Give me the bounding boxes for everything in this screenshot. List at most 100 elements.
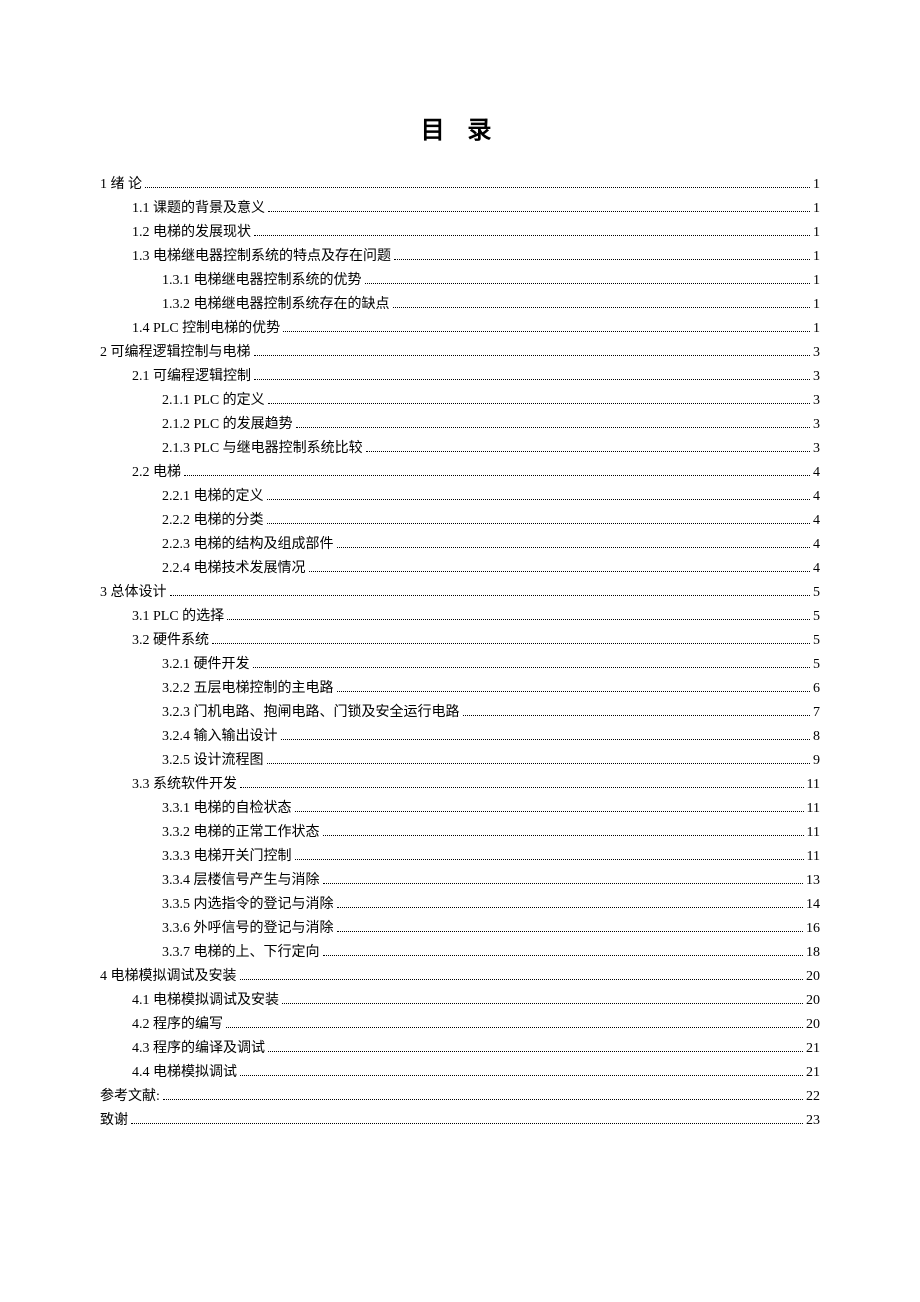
toc-entry-label: 1.3.1 电梯继电器控制系统的优势 — [162, 269, 362, 293]
toc-entry: 3.2.3 门机电路、抱闸电路、门锁及安全运行电路 7 — [100, 701, 820, 725]
toc-entry-page: 21 — [806, 1037, 820, 1061]
toc-entry-page: 1 — [813, 221, 820, 245]
toc-entry-page: 1 — [813, 317, 820, 341]
toc-entry: 4.1 电梯模拟调试及安装20 — [100, 989, 820, 1013]
toc-dots — [295, 811, 804, 812]
toc-entry-label: 4.4 电梯模拟调试 — [132, 1061, 237, 1085]
toc-entry: 3.3 系统软件开发11 — [100, 773, 820, 797]
toc-dots — [283, 331, 810, 332]
toc-entry-page: 20 — [806, 965, 820, 989]
toc-entry: 3.3.3 电梯开关门控制11 — [100, 845, 820, 869]
toc-entry-label: 1.3.2 电梯继电器控制系统存在的缺点 — [162, 293, 390, 317]
toc-entry-label: 2.1 可编程逻辑控制 — [132, 365, 251, 389]
toc-entry: 1.3.1 电梯继电器控制系统的优势 1 — [100, 269, 820, 293]
toc-entry-page: 5 — [813, 653, 820, 677]
toc-entry-label: 3.2 硬件系统 — [132, 629, 209, 653]
toc-entry-label: 2.2.4 电梯技术发展情况 — [162, 557, 306, 581]
toc-dots — [268, 211, 810, 212]
toc-dots — [337, 907, 804, 908]
toc-entry-label: 3.2.3 门机电路、抱闸电路、门锁及安全运行电路 — [162, 701, 460, 725]
toc-entry: 2.1 可编程逻辑控制 3 — [100, 365, 820, 389]
toc-entry: 3.2.5 设计流程图9 — [100, 749, 820, 773]
toc-entry: 3.2 硬件系统5 — [100, 629, 820, 653]
toc-entry-label: 3.3.4 层楼信号产生与消除 — [162, 869, 320, 893]
toc-entry-page: 11 — [807, 797, 820, 821]
toc-entry: 3.3.2 电梯的正常工作状态11 — [100, 821, 820, 845]
toc-entry-label: 3.3.2 电梯的正常工作状态 — [162, 821, 320, 845]
toc-dots — [170, 595, 811, 596]
toc-entry-page: 7 — [813, 701, 820, 725]
toc-dots — [163, 1099, 803, 1100]
toc-entry: 3.3.4 层楼信号产生与消除13 — [100, 869, 820, 893]
toc-dots — [254, 235, 810, 236]
toc-entry-page: 22 — [806, 1085, 820, 1109]
toc-dots — [240, 1075, 803, 1076]
toc-entry: 1.2 电梯的发展现状1 — [100, 221, 820, 245]
toc-entry: 4 电梯模拟调试及安装20 — [100, 965, 820, 989]
toc-entry: 2.2.4 电梯技术发展情况 4 — [100, 557, 820, 581]
toc-entry-label: 3.3 系统软件开发 — [132, 773, 237, 797]
toc-entry-page: 18 — [806, 941, 820, 965]
toc-entry-page: 1 — [813, 173, 820, 197]
toc-entry-label: 3.3.7 电梯的上、下行定向 — [162, 941, 320, 965]
toc-entry-page: 21 — [806, 1061, 820, 1085]
toc-entry-page: 16 — [806, 917, 820, 941]
toc-entry-page: 3 — [813, 365, 820, 389]
toc-entry-label: 2.1.1 PLC 的定义 — [162, 389, 265, 413]
toc-entry: 1.3 电梯继电器控制系统的特点及存在问题1 — [100, 245, 820, 269]
toc-entry-label: 4.2 程序的编写 — [132, 1013, 223, 1037]
toc-entry-label: 1.4 PLC 控制电梯的优势 — [132, 317, 280, 341]
toc-entry: 参考文献:22 — [100, 1085, 820, 1109]
toc-dots — [337, 931, 804, 932]
toc-dots — [394, 259, 810, 260]
toc-dots — [337, 547, 811, 548]
toc-entry: 3.3.7 电梯的上、下行定向 18 — [100, 941, 820, 965]
toc-entry-page: 11 — [807, 845, 820, 869]
toc-entry: 2.2.2 电梯的分类4 — [100, 509, 820, 533]
toc-entry-label: 1 绪 论 — [100, 173, 142, 197]
toc-entry: 4.4 电梯模拟调试 21 — [100, 1061, 820, 1085]
toc-entry: 4.2 程序的编写20 — [100, 1013, 820, 1037]
toc-dots — [184, 475, 810, 476]
toc-entry: 2.2.3 电梯的结构及组成部件4 — [100, 533, 820, 557]
toc-entry: 3.3.1 电梯的自检状态11 — [100, 797, 820, 821]
toc-dots — [366, 451, 810, 452]
toc-dots — [337, 691, 811, 692]
toc-entry: 2.2 电梯4 — [100, 461, 820, 485]
toc-entry: 4.3 程序的编译及调试 21 — [100, 1037, 820, 1061]
toc-entry-label: 3.2.5 设计流程图 — [162, 749, 264, 773]
toc-dots — [463, 715, 811, 716]
toc-dots — [254, 355, 811, 356]
toc-entry-label: 3.2.2 五层电梯控制的主电路 — [162, 677, 334, 701]
toc-entry-page: 8 — [813, 725, 820, 749]
toc-entry: 3.3.6 外呼信号的登记与消除16 — [100, 917, 820, 941]
toc-entry-label: 3.2.1 硬件开发 — [162, 653, 250, 677]
toc-dots — [227, 619, 810, 620]
toc-dots — [323, 835, 804, 836]
toc-entry: 2 可编程逻辑控制与电梯3 — [100, 341, 820, 365]
toc-entry-page: 4 — [813, 557, 820, 581]
toc-dots — [296, 427, 810, 428]
toc-entry-label: 致谢 — [100, 1109, 128, 1133]
toc-entry-label: 2.2 电梯 — [132, 461, 181, 485]
toc-entry-page: 4 — [813, 485, 820, 509]
toc-entry-page: 20 — [806, 989, 820, 1013]
toc-entry: 2.1.3 PLC 与继电器控制系统比较3 — [100, 437, 820, 461]
toc-dots — [323, 955, 804, 956]
toc-dots — [267, 763, 811, 764]
toc-dots — [226, 1027, 803, 1028]
toc-entry-label: 2.1.3 PLC 与继电器控制系统比较 — [162, 437, 363, 461]
toc-entry: 2.1.1 PLC 的定义3 — [100, 389, 820, 413]
toc-entry-page: 1 — [813, 269, 820, 293]
toc-entry-label: 1.3 电梯继电器控制系统的特点及存在问题 — [132, 245, 391, 269]
toc-entry-label: 3 总体设计 — [100, 581, 167, 605]
toc-entry-label: 2.2.1 电梯的定义 — [162, 485, 264, 509]
toc-entry-page: 14 — [806, 893, 820, 917]
toc-entry: 2.2.1 电梯的定义 4 — [100, 485, 820, 509]
toc-entry-page: 1 — [813, 197, 820, 221]
toc-entry: 致谢23 — [100, 1109, 820, 1133]
toc-dots — [212, 643, 810, 644]
toc-entry-label: 4.3 程序的编译及调试 — [132, 1037, 265, 1061]
toc-entry: 1.4 PLC 控制电梯的优势 1 — [100, 317, 820, 341]
toc-dots — [240, 787, 804, 788]
